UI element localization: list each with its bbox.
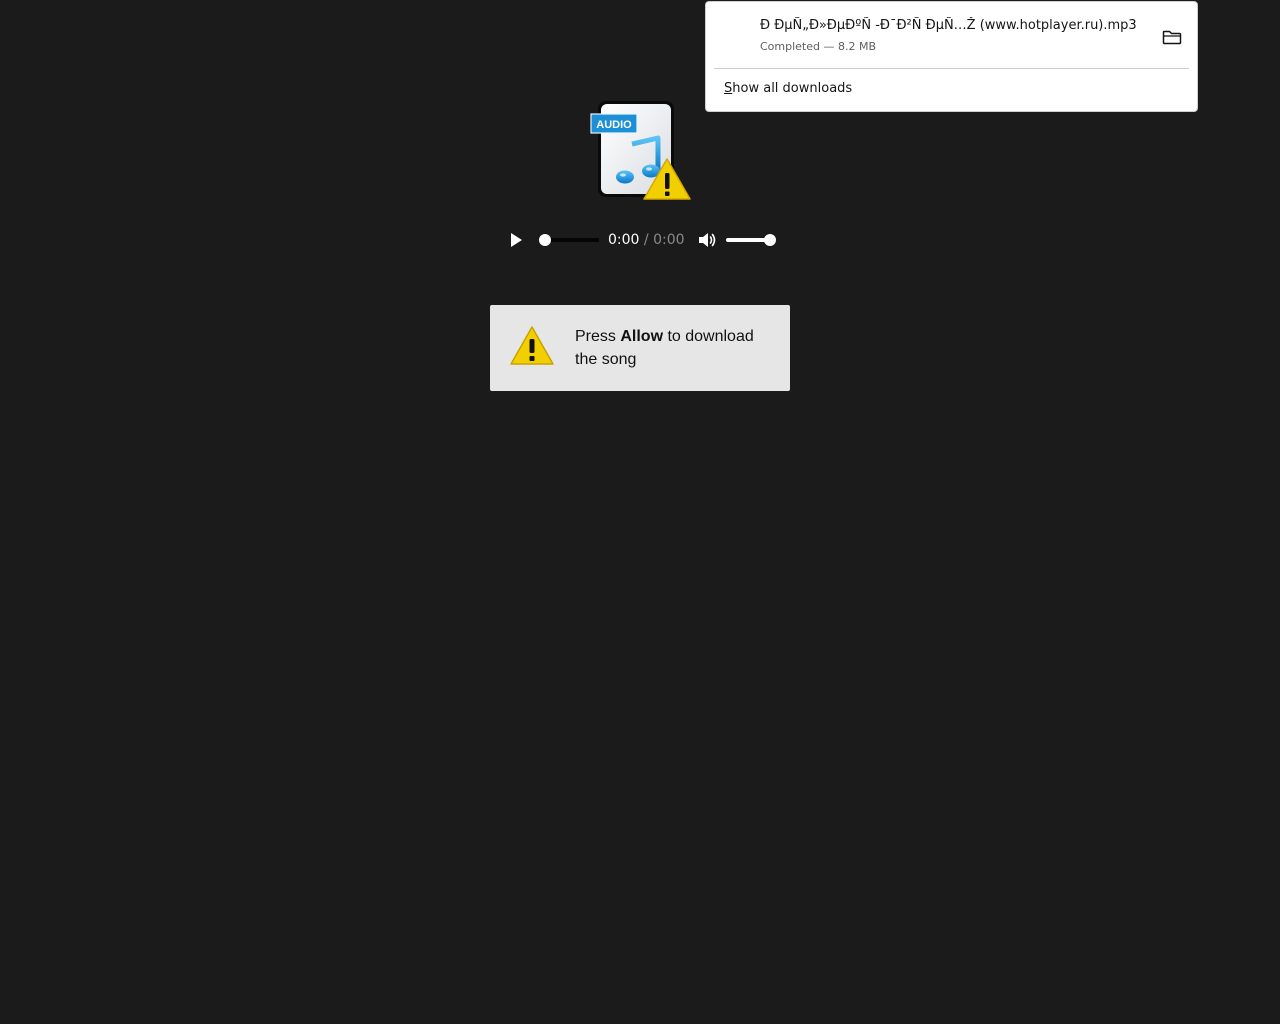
show-all-label: how all downloads xyxy=(732,81,853,96)
folder-icon xyxy=(1162,30,1182,45)
download-filename: Ð ÐµÑ„Ð»ÐµÐºÑ -Ð¯Ð²Ñ ÐµÑ…Ž (www.hotplaye… xyxy=(760,18,1137,33)
downloads-panel: Ð ÐµÑ„Ð»ÐµÐºÑ -Ð¯Ð²Ñ ÐµÑ…Ž (www.hotplaye… xyxy=(705,1,1198,112)
time-display: 0:00 / 0:00 xyxy=(608,231,685,249)
page: AUDIO 0:00 / 0:00 Press Allow to downloa… xyxy=(0,0,1280,1024)
audio-badge-label: AUDIO xyxy=(596,119,632,131)
download-notice: Press Allow to download the song xyxy=(490,305,790,391)
volume-slider[interactable] xyxy=(726,233,776,247)
play-button[interactable] xyxy=(506,230,526,250)
warning-icon xyxy=(509,325,555,367)
notice-message: Press Allow to download the song xyxy=(575,325,775,371)
time-separator: / xyxy=(643,232,649,248)
mute-button[interactable] xyxy=(697,230,717,250)
open-folder-button[interactable] xyxy=(1161,27,1183,47)
audio-file-warning-icon: AUDIO xyxy=(588,98,692,202)
notice-emphasis: Allow xyxy=(620,328,664,345)
downloads-divider xyxy=(714,68,1189,69)
speaker-icon xyxy=(699,233,716,247)
download-status: Completed — 8.2 MB xyxy=(760,40,877,53)
download-item[interactable]: Ð ÐµÑ„Ð»ÐµÐºÑ -Ð¯Ð²Ñ ÐµÑ…Ž (www.hotplaye… xyxy=(714,8,1191,62)
volume-thumb[interactable] xyxy=(764,234,776,246)
notice-prefix: Press xyxy=(575,328,621,345)
current-time: 0:00 xyxy=(608,232,640,248)
play-icon xyxy=(511,233,522,247)
show-all-downloads-button[interactable]: Show all downloads xyxy=(724,80,852,98)
duration: 0:00 xyxy=(653,232,685,248)
seek-thumb[interactable] xyxy=(539,234,551,246)
seek-slider[interactable] xyxy=(539,233,599,247)
audio-player: 0:00 / 0:00 xyxy=(490,220,790,260)
